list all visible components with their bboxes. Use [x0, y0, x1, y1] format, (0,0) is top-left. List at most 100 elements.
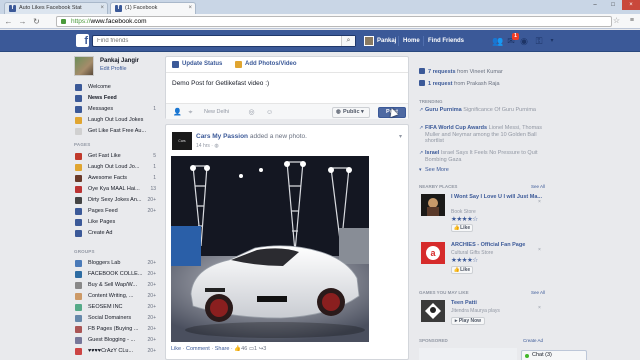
header-profile-link[interactable]: Pankaj — [377, 38, 396, 44]
privacy-selector-button[interactable]: ◍ Public ▾ — [332, 107, 370, 118]
story-options-chevron-icon[interactable]: ▾ — [399, 133, 402, 140]
nearby-see-all-link[interactable]: See All — [531, 184, 545, 189]
edit-profile-link[interactable]: Edit Profile — [100, 66, 127, 72]
sidebar-item[interactable]: SEOSEM INC 20+ — [74, 302, 160, 312]
privacy-shortcuts-icon[interactable]: ⚿ — [533, 36, 545, 46]
page-requests-count[interactable]: 1 request — [428, 81, 452, 87]
sponsored-ad-placeholder[interactable] — [419, 348, 517, 360]
sidebar-item[interactable]: Buy & Sell Wap/W... 20+ — [74, 280, 160, 290]
sidebar-item[interactable]: Bloggers Lab 20+ — [74, 258, 160, 268]
sidebar-item-icon — [75, 208, 82, 215]
sidebar-item[interactable]: Social Domainers 20+ — [74, 313, 160, 323]
trending-item[interactable]: ↗ Israel Israel Says It Feels No Pressur… — [419, 150, 549, 166]
story-page-link[interactable]: Cars My Passion — [196, 133, 248, 140]
search-box[interactable]: ⌕ — [92, 35, 356, 47]
facebook-logo-icon[interactable]: f — [76, 34, 89, 47]
maximize-icon[interactable]: □ — [604, 0, 622, 10]
window-close-icon[interactable]: × — [622, 0, 640, 10]
sidebar-item[interactable]: Messages 1 — [74, 104, 160, 114]
feeling-smiley-icon[interactable]: ☺ — [266, 109, 273, 116]
camera-icon[interactable]: ◎ — [248, 109, 255, 116]
friend-requests-icon[interactable]: 👥 — [492, 36, 504, 46]
profile-picture[interactable] — [74, 56, 94, 76]
comment-link[interactable]: Comment — [186, 346, 210, 352]
place-name[interactable]: ARCHIES - Official Fan Page — [451, 242, 551, 249]
header-avatar[interactable] — [364, 36, 374, 46]
story-photo[interactable] — [171, 156, 369, 342]
sidebar-item[interactable]: Pages Feed 20+ — [74, 206, 160, 216]
friend-requests-count[interactable]: 7 requests — [428, 69, 456, 75]
browser-tab-auto-likes[interactable]: f Auto Likes Facebook Stat × — [4, 2, 108, 14]
account-menu-icon[interactable]: ▾ — [546, 36, 558, 46]
friend-requests-item[interactable]: 7 requests from Vineet Kumar — [419, 68, 503, 75]
url-bar[interactable]: https://www.facebook.com — [56, 16, 612, 27]
close-tab-icon[interactable]: × — [100, 3, 104, 14]
comment-count[interactable]: 1 — [254, 346, 257, 352]
play-now-button[interactable]: ▸ Play Now — [451, 317, 485, 325]
bookmark-star-icon[interactable]: ☆ — [613, 16, 620, 25]
place-name[interactable]: I Wont Say I Love U I will Just Ma... — [451, 194, 551, 201]
hide-x-icon[interactable]: × — [538, 305, 541, 311]
trending-topic[interactable]: Israel — [425, 150, 439, 156]
share-link[interactable]: Share — [215, 346, 230, 352]
place-picture[interactable]: a — [421, 242, 445, 264]
location-label[interactable]: New Delhi — [204, 109, 229, 115]
hide-x-icon[interactable]: × — [538, 199, 541, 205]
game-name[interactable]: Teen Patti — [451, 300, 551, 307]
browser-menu-icon[interactable]: ≡ — [630, 17, 634, 24]
page-requests-item[interactable]: 1 request from Prakash Raja — [419, 80, 500, 87]
sidebar-item[interactable]: Guest Blogging - ... 20+ — [74, 335, 160, 345]
sidebar-item[interactable]: FB Pages (Buying ... 20+ — [74, 324, 160, 334]
sidebar-item[interactable]: Content Writing, ... 20+ — [74, 291, 160, 301]
notifications-globe-icon[interactable]: ◉ — [518, 36, 530, 46]
sidebar-item[interactable]: Awesome Facts 1 — [74, 173, 160, 183]
sidebar-item[interactable]: News Feed — [74, 93, 160, 103]
sidebar-item[interactable]: Laugh Out Loud Jo... 1 — [74, 162, 160, 172]
game-picture[interactable] — [421, 300, 445, 322]
create-ad-link[interactable]: Create Ad — [523, 338, 543, 343]
sidebar-item[interactable]: FACEBOOK COLLE... 20+ — [74, 269, 160, 279]
close-tab-icon[interactable]: × — [188, 3, 192, 14]
place-picture[interactable] — [421, 194, 445, 216]
sidebar-item[interactable]: Oye Kya MAAL Hai... 13 — [74, 184, 160, 194]
profile-name[interactable]: Pankaj Jangir — [100, 58, 139, 64]
share-count[interactable]: 3 — [263, 346, 266, 352]
header-home-link[interactable]: Home — [403, 38, 420, 44]
place-like-button[interactable]: 👍Like — [451, 224, 473, 232]
sidebar-item[interactable]: Get Like Fast Free Au... — [74, 126, 160, 136]
composer-text-input[interactable]: Demo Post for Getlikefast video :) — [172, 80, 269, 87]
search-input[interactable] — [97, 38, 337, 44]
search-icon[interactable]: ⌕ — [341, 36, 355, 46]
hide-x-icon[interactable]: × — [538, 247, 541, 253]
browser-tab-facebook[interactable]: f (1) Facebook × — [110, 2, 196, 14]
header-find-friends-link[interactable]: Find Friends — [428, 38, 464, 44]
like-count[interactable]: 46 — [241, 346, 247, 352]
story-timestamp[interactable]: 14 hrs · ◍ — [196, 143, 219, 149]
chat-sidebar-toggle[interactable]: Chat (3) — [521, 350, 587, 360]
like-link[interactable]: Like — [171, 346, 181, 352]
sidebar-item[interactable]: ♥♥♥♥CrAzY CLu... 20+ — [74, 346, 160, 356]
back-icon[interactable]: ← — [4, 17, 13, 26]
sidebar-item[interactable]: Like Pages — [74, 217, 160, 227]
minimize-icon[interactable]: – — [586, 0, 604, 10]
sidebar-item[interactable]: Laugh Out Loud Jokes — [74, 115, 160, 125]
trending-item[interactable]: ↗ Guru Purnima Significance Of Guru Purn… — [419, 107, 549, 121]
location-pin-icon[interactable]: ⌖ — [187, 109, 194, 116]
trending-topic[interactable]: Guru Purnima — [425, 107, 462, 113]
see-more-link[interactable]: ▾ See More — [419, 167, 549, 175]
sidebar-item[interactable]: Get Fast Like 5 — [74, 151, 160, 161]
games-see-all-link[interactable]: See All — [531, 290, 545, 295]
trending-topic[interactable]: FIFA World Cup Awards — [425, 125, 487, 131]
update-status-tab[interactable]: Update Status — [172, 61, 222, 68]
sidebar-item[interactable]: Create Ad — [74, 228, 160, 238]
forward-icon[interactable]: → — [18, 17, 27, 26]
reload-icon[interactable]: ↻ — [32, 17, 41, 26]
sidebar-item[interactable]: Welcome — [74, 82, 160, 92]
tag-friends-icon[interactable]: 👤 — [173, 109, 182, 116]
page-profile-picture[interactable]: Cars Passion — [172, 132, 192, 161]
sidebar-item[interactable]: Dirty Sexy Jokes An... 20+ — [74, 195, 160, 205]
trending-item[interactable]: ↗ FIFA World Cup Awards Lionel Messi, Th… — [419, 125, 549, 147]
add-photos-tab[interactable]: Add Photos/Video — [235, 61, 297, 68]
place-like-button[interactable]: 👍Like — [451, 266, 473, 274]
profile-block[interactable]: Pankaj Jangir Edit Profile — [74, 56, 160, 78]
